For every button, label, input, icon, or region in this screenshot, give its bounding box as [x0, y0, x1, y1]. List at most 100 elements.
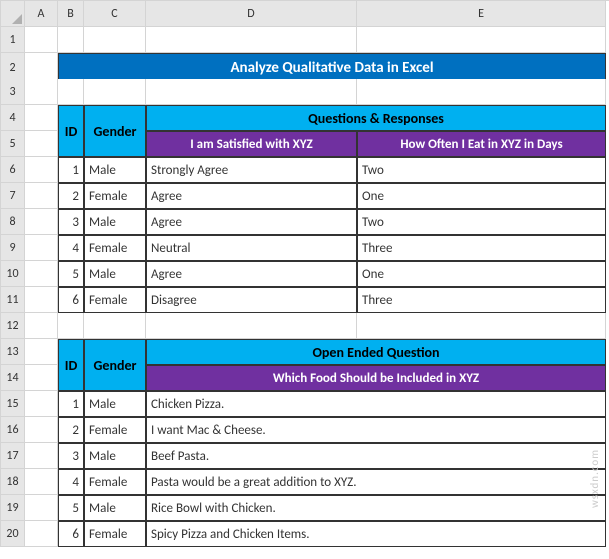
t2-gender-header[interactable]: Gender — [84, 339, 146, 391]
t2-a1[interactable]: Beef Pasta. — [146, 443, 606, 469]
row-header[interactable]: 9 — [1, 235, 25, 261]
t1-a1[interactable]: Agree — [146, 183, 357, 209]
t1-a2[interactable]: One — [357, 261, 606, 287]
t2-id[interactable]: 5 — [58, 495, 84, 521]
cell-a9[interactable] — [25, 235, 58, 261]
row-header[interactable]: 16 — [1, 417, 25, 443]
row-header[interactable]: 12 — [1, 313, 25, 339]
t2-group-header[interactable]: Open Ended Question — [146, 339, 606, 365]
cell-b3[interactable] — [58, 79, 84, 105]
cell-d12[interactable] — [146, 313, 357, 339]
cell-a18[interactable] — [25, 469, 58, 495]
cell-d3[interactable] — [146, 79, 357, 105]
cell-a15[interactable] — [25, 391, 58, 417]
t2-id-header[interactable]: ID — [58, 339, 84, 391]
t1-a1[interactable]: Disagree — [146, 287, 357, 313]
t1-a2[interactable]: One — [357, 183, 606, 209]
row-header[interactable]: 10 — [1, 261, 25, 287]
row-header[interactable]: 17 — [1, 443, 25, 469]
cell-a7[interactable] — [25, 183, 58, 209]
col-header-b[interactable]: B — [58, 1, 84, 27]
row-header[interactable]: 7 — [1, 183, 25, 209]
t1-a1[interactable]: Agree — [146, 261, 357, 287]
t1-q2-header[interactable]: How Often I Eat in XYZ in Days — [357, 131, 606, 157]
col-header-a[interactable]: A — [25, 1, 58, 27]
col-header-e[interactable]: E — [357, 1, 606, 27]
t2-a1[interactable]: Rice Bowl with Chicken. — [146, 495, 606, 521]
t1-gender[interactable]: Female — [84, 287, 146, 313]
t1-a1[interactable]: Strongly Agree — [146, 157, 357, 183]
cell-b12[interactable] — [58, 313, 84, 339]
cell-a5[interactable] — [25, 131, 58, 157]
row-header[interactable]: 8 — [1, 209, 25, 235]
cell-a20[interactable] — [25, 521, 58, 547]
t2-id[interactable]: 4 — [58, 469, 84, 495]
cell-a11[interactable] — [25, 287, 58, 313]
row-header[interactable]: 1 — [1, 27, 25, 53]
t2-gender[interactable]: Female — [84, 521, 146, 547]
row-header[interactable]: 5 — [1, 131, 25, 157]
t2-a1[interactable]: I want Mac & Cheese. — [146, 417, 606, 443]
row-header[interactable]: 4 — [1, 105, 25, 131]
cell-a4[interactable] — [25, 105, 58, 131]
col-header-c[interactable]: C — [84, 1, 146, 27]
row-header[interactable]: 11 — [1, 287, 25, 313]
t1-a2[interactable]: Two — [357, 209, 606, 235]
t2-id[interactable]: 6 — [58, 521, 84, 547]
t2-a1[interactable]: Chicken Pizza. — [146, 391, 606, 417]
t2-gender[interactable]: Male — [84, 495, 146, 521]
t1-a2[interactable]: Three — [357, 287, 606, 313]
t2-gender[interactable]: Male — [84, 443, 146, 469]
row-header[interactable]: 14 — [1, 365, 25, 391]
t2-id[interactable]: 3 — [58, 443, 84, 469]
cell-a10[interactable] — [25, 261, 58, 287]
cell-a6[interactable] — [25, 157, 58, 183]
t2-q1-header[interactable]: Which Food Should be Included in XYZ — [146, 365, 606, 391]
cell-a14[interactable] — [25, 365, 58, 391]
col-header-d[interactable]: D — [146, 1, 357, 27]
cell-e12[interactable] — [357, 313, 606, 339]
cell-b1[interactable] — [58, 27, 84, 53]
t1-gender[interactable]: Male — [84, 261, 146, 287]
t1-gender[interactable]: Male — [84, 209, 146, 235]
row-header[interactable]: 19 — [1, 495, 25, 521]
t1-id[interactable]: 1 — [58, 157, 84, 183]
cell-d1[interactable] — [146, 27, 357, 53]
t2-gender[interactable]: Male — [84, 391, 146, 417]
t1-a2[interactable]: Two — [357, 157, 606, 183]
t1-id[interactable]: 3 — [58, 209, 84, 235]
t1-id[interactable]: 6 — [58, 287, 84, 313]
select-all-corner[interactable] — [1, 1, 25, 27]
t1-a2[interactable]: Three — [357, 235, 606, 261]
t1-id-header[interactable]: ID — [58, 105, 84, 157]
t1-id[interactable]: 2 — [58, 183, 84, 209]
cell-a13[interactable] — [25, 339, 58, 365]
t1-gender-header[interactable]: Gender — [84, 105, 146, 157]
cell-a12[interactable] — [25, 313, 58, 339]
t1-gender[interactable]: Male — [84, 157, 146, 183]
cell-c1[interactable] — [84, 27, 146, 53]
t1-q1-header[interactable]: I am Satisfied with XYZ — [146, 131, 357, 157]
cell-a16[interactable] — [25, 417, 58, 443]
t2-id[interactable]: 2 — [58, 417, 84, 443]
t2-id[interactable]: 1 — [58, 391, 84, 417]
t1-id[interactable]: 5 — [58, 261, 84, 287]
row-header[interactable]: 3 — [1, 79, 25, 105]
row-header[interactable]: 13 — [1, 339, 25, 365]
cell-a8[interactable] — [25, 209, 58, 235]
row-header[interactable]: 15 — [1, 391, 25, 417]
t1-group-header[interactable]: Questions & Responses — [146, 105, 606, 131]
cell-c12[interactable] — [84, 313, 146, 339]
t1-id[interactable]: 4 — [58, 235, 84, 261]
row-header[interactable]: 18 — [1, 469, 25, 495]
cell-a19[interactable] — [25, 495, 58, 521]
cell-e3[interactable] — [357, 79, 606, 105]
t2-a1[interactable]: Pasta would be a great addition to XYZ. — [146, 469, 606, 495]
t1-gender[interactable]: Female — [84, 183, 146, 209]
t1-a1[interactable]: Agree — [146, 209, 357, 235]
row-header[interactable]: 6 — [1, 157, 25, 183]
cell-c3[interactable] — [84, 79, 146, 105]
cell-a17[interactable] — [25, 443, 58, 469]
t1-a1[interactable]: Neutral — [146, 235, 357, 261]
t1-gender[interactable]: Female — [84, 235, 146, 261]
